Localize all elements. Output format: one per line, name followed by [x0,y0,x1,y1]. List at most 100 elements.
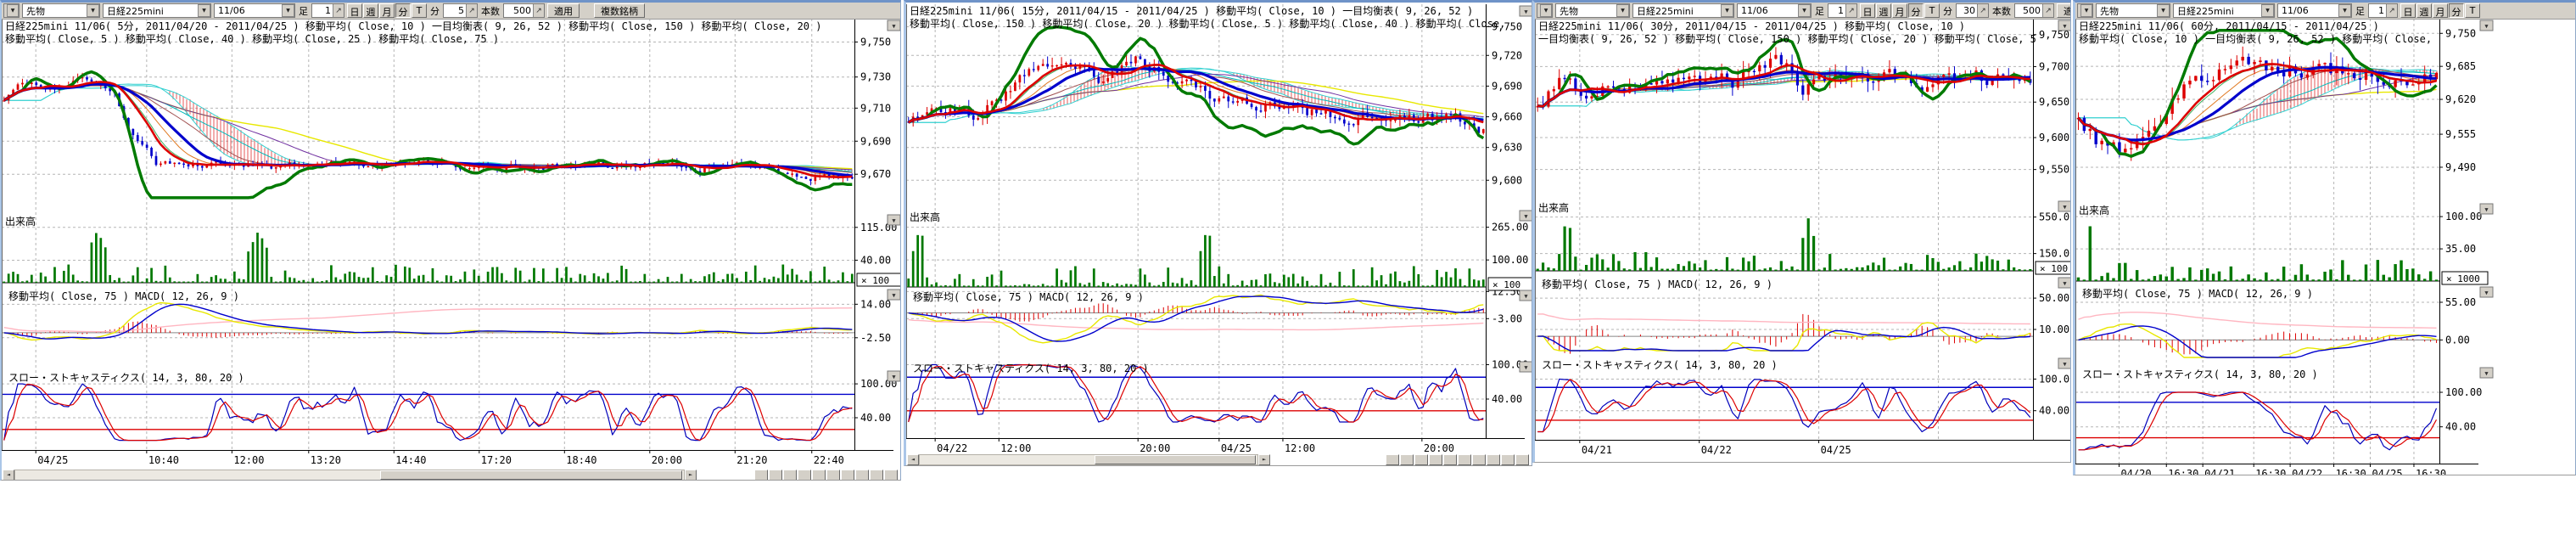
period-button[interactable]: 月 [379,3,395,18]
product-select[interactable]: 先物▼ [22,3,100,18]
price-axis-label: 9,685 [2445,60,2476,72]
drawing-tool-button[interactable] [798,470,811,481]
bar-interval-stepper[interactable]: 1↗ [1828,3,1857,18]
scrollbar-thumb[interactable] [380,470,682,480]
volume-section-label: 出来高 [910,211,940,223]
x-axis-label: 20:00 [652,454,682,466]
drawing-tool-button[interactable] [1414,454,1428,465]
spinner-icon[interactable]: ↗ [333,4,344,17]
spinner-icon[interactable]: ↗ [1977,4,1988,17]
spinner-icon[interactable]: ↗ [2386,4,2397,17]
scroll-right-button[interactable]: ► [1258,454,1270,465]
drawing-tool-button[interactable] [812,470,826,481]
chevron-down-icon[interactable]: ▼ [2338,4,2351,17]
drawing-tool-button[interactable] [754,470,768,481]
x-axis-label: 04/25 [1821,444,1851,456]
drawing-tool-button[interactable] [1501,454,1515,465]
drawing-tool-button[interactable] [841,470,854,481]
symbol-select[interactable]: 日経225mini▼ [2173,3,2275,18]
drawing-tool-button[interactable] [1429,454,1442,465]
period-button[interactable]: 週 [363,3,378,18]
bar-count-stepper[interactable]: 500↗ [503,3,545,18]
chevron-down-icon[interactable]: ▼ [2157,4,2170,17]
period-button[interactable]: 分 [1908,3,1924,18]
contract-select[interactable]: 11/06▼ [1737,3,1812,18]
drawing-tool-button[interactable] [1472,454,1486,465]
product-select[interactable]: 先物▼ [2096,3,2170,18]
chevron-down-icon[interactable]: ▼ [198,4,210,17]
scrollbar-track[interactable] [919,454,1258,465]
symbol-select[interactable]: 日経225mini▼ [1632,3,1734,18]
drawing-tool-button[interactable] [884,470,898,481]
minute-stepper[interactable]: 30↗ [1956,3,1989,18]
period-button[interactable]: 月 [1892,3,1907,18]
apply-button[interactable]: 適用 [2057,3,2071,18]
period-button[interactable]: 日 [347,3,362,18]
window-menu-button[interactable]: ▼ [2077,3,2093,18]
window-menu-button[interactable]: ▼ [3,3,20,18]
period-button[interactable]: T [2465,3,2480,18]
spinner-icon[interactable]: ↗ [466,4,477,17]
period-button[interactable]: 月 [2433,3,2448,18]
drawing-tool-button[interactable] [1487,454,1500,465]
scroll-left-button[interactable]: ◄ [907,454,919,465]
drawing-tool-button[interactable] [1458,454,1471,465]
spinner-icon[interactable]: ↗ [1845,4,1856,17]
minute-stepper[interactable]: 5↗ [443,3,478,18]
chevron-down-icon[interactable]: ▼ [2261,4,2274,17]
drawing-tool-button[interactable] [855,470,869,481]
bar-interval-stepper[interactable]: 1↗ [2368,3,2398,18]
period-button[interactable]: 週 [1876,3,1891,18]
period-button[interactable]: T [1924,3,1940,18]
scrollbar-thumb[interactable] [1095,455,1256,464]
drawing-tool-button[interactable] [1386,454,1399,465]
chevron-down-icon[interactable]: ▼ [1616,4,1629,17]
horizontal-scrollbar[interactable]: ◄ ► [907,453,1531,465]
chevron-down-icon[interactable]: ▼ [282,4,294,17]
chart-canvas[interactable]: 9,7509,7209,6909,6609,6309,600265.00100.… [906,3,1532,466]
bar-type-label: 足 [1814,4,1825,18]
stoch-axis-label: 40.00 [1492,393,1522,405]
chevron-down-icon[interactable]: ▼ [1798,4,1811,17]
drawing-tool-button[interactable] [1443,454,1457,465]
chart-canvas[interactable]: 9,7509,6859,6209,5559,490100.0035.0055.0… [2075,3,2576,475]
contract-select[interactable]: 11/06▼ [214,3,295,18]
window-menu-button[interactable]: ▼ [1537,3,1553,18]
chart-canvas[interactable]: 9,7509,7009,6509,6009,550550.00150.0050.… [1535,3,2071,463]
chevron-down-icon[interactable]: ▼ [1540,4,1552,17]
bar-count-stepper[interactable]: 500↗ [2014,3,2054,18]
drawing-tool-button[interactable] [1400,454,1414,465]
contract-select[interactable]: 11/06▼ [2277,3,2352,18]
spinner-icon[interactable]: ↗ [2042,4,2053,17]
bar-interval-stepper[interactable]: 1↗ [311,3,344,18]
period-button[interactable]: 分 [395,3,411,18]
chevron-down-icon[interactable]: ▼ [1721,4,1733,17]
chart-canvas[interactable]: 9,7509,7309,7109,6909,670115.0040.0014.0… [2,3,901,481]
scroll-left-button[interactable]: ◄ [3,470,14,481]
bar-interval-value: 1 [312,5,333,16]
period-button[interactable]: 分 [2449,3,2464,18]
drawing-tool-button[interactable] [826,470,840,481]
drawing-tool-button[interactable] [1515,454,1529,465]
horizontal-scrollbar[interactable]: ◄ ► [3,469,899,481]
scroll-right-button[interactable]: ► [685,470,697,481]
period-button[interactable]: T [412,3,427,18]
drawing-tool-button[interactable] [769,470,782,481]
chevron-down-icon[interactable]: ▼ [2080,4,2092,17]
period-button[interactable]: 日 [1860,3,1875,18]
multi-symbol-button[interactable]: 複数銘柄 [594,3,645,18]
spinner-icon[interactable]: ↗ [533,4,544,17]
symbol-select[interactable]: 日経225mini▼ [103,3,211,18]
chart-window-15min: 9,7509,7209,6909,6609,6309,600265.00100.… [904,0,1532,466]
period-button[interactable]: 日 [2400,3,2416,18]
drawing-tool-button[interactable] [783,470,797,481]
minute-label: 分 [1942,4,1953,18]
period-button[interactable]: 週 [2416,3,2432,18]
apply-button[interactable]: 適用 [547,3,580,18]
x-axis-label: 04/21 [1582,444,1612,456]
chevron-down-icon[interactable]: ▼ [87,4,99,17]
drawing-tool-button[interactable] [870,470,883,481]
product-select[interactable]: 先物▼ [1555,3,1630,18]
chevron-down-icon[interactable]: ▼ [7,4,19,17]
scrollbar-track[interactable] [14,470,685,481]
